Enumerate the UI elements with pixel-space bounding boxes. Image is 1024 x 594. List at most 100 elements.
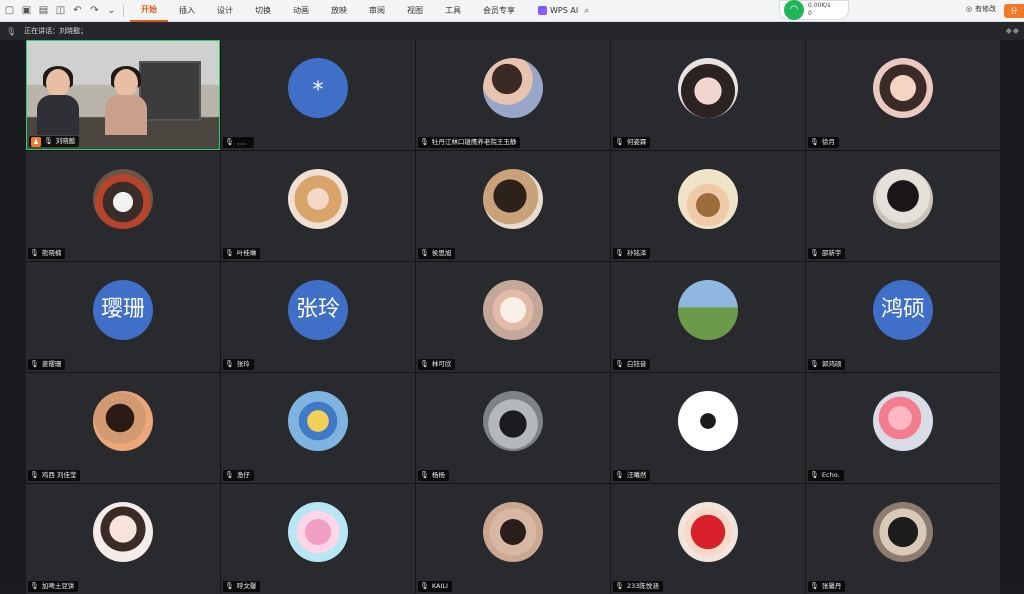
participant-tile[interactable]: 张玲 🎙 张玲: [221, 262, 415, 372]
participant-name: 汪曦然: [626, 471, 647, 479]
menu-tab-3[interactable]: 切换: [244, 0, 282, 22]
participant-name: 233陈悦涵: [626, 582, 659, 590]
download-speed: 0: [808, 10, 812, 17]
participant-nametag: 🎙 叶桂琳: [223, 248, 261, 259]
participant-tile[interactable]: 🎙 呼文馨: [221, 484, 415, 594]
participant-tile[interactable]: 🎙 邵新宇: [806, 151, 1000, 261]
participant-nametag: 🎙 姜璎珊: [28, 359, 66, 370]
participant-tile[interactable]: ♟ 🎙 刘晓懿: [26, 40, 220, 150]
participant-tile[interactable]: 🎙 KAILI: [416, 484, 610, 594]
participant-nametag: ♟ 🎙 刘晓懿: [29, 136, 80, 147]
participant-tile[interactable]: 🎙 杨杨: [416, 373, 610, 483]
menu-tab-5[interactable]: 放映: [320, 0, 358, 22]
share-button[interactable]: 分: [1004, 4, 1024, 18]
participant-name: 侯思旭: [431, 249, 452, 257]
microphone-icon: 🎙: [225, 138, 234, 146]
participant-tile[interactable]: 🎙 白钰音: [611, 262, 805, 372]
participant-name: 林可欣: [431, 360, 452, 368]
menu-tab-4[interactable]: 动画: [282, 0, 320, 22]
microphone-icon: 🎙: [420, 582, 429, 590]
right-gutter: [998, 40, 1024, 591]
participant-tile[interactable]: 🎙 鸡西 刘佳莹: [26, 373, 220, 483]
layout-toggle-icon[interactable]: ◆◆: [1006, 26, 1020, 35]
participant-tile[interactable]: 🎙 叶桂琳: [221, 151, 415, 261]
participant-name: 牡丹江林口雄鹰养老院王玉静: [431, 138, 517, 146]
participant-name: KAILI: [431, 582, 448, 590]
participant-tile[interactable]: 🎙 张馨丹: [806, 484, 1000, 594]
participant-name: 杨杨: [431, 471, 445, 479]
menu-tab-9[interactable]: 会员专享: [472, 0, 526, 22]
speaking-label: 正在讲话：刘晓懿；: [24, 27, 88, 35]
participant-name: ．．．: [236, 138, 250, 146]
participant-tile[interactable]: 🎙 孙铭泽: [611, 151, 805, 261]
wps-ai-icon: [538, 6, 547, 15]
microphone-icon: 🎙: [30, 471, 39, 479]
menu-tab-0[interactable]: 开始: [130, 0, 168, 22]
print-icon[interactable]: ▤: [38, 5, 49, 16]
participant-nametag: 🎙 张馨丹: [808, 581, 846, 592]
save-icon[interactable]: ▣: [21, 5, 32, 16]
participant-nametag: 🎙 KAILI: [418, 581, 452, 592]
participant-tile[interactable]: 🎙 Echo.: [806, 373, 1000, 483]
participant-name: 姜璎珊: [41, 360, 62, 368]
file-icon[interactable]: ▢: [4, 5, 15, 16]
avatar: [873, 391, 933, 451]
participant-nametag: 🎙 张玲: [223, 359, 254, 370]
undo-icon[interactable]: ↶: [72, 5, 83, 16]
wps-ai-button[interactable]: WPS AI: [526, 6, 584, 15]
participant-tile[interactable]: 🎙 徐月: [806, 40, 1000, 150]
avatar: [873, 169, 933, 229]
menu-tab-8[interactable]: 工具: [434, 0, 472, 22]
participant-nametag: 🎙 加啤土豆饼: [28, 581, 79, 592]
participant-nametag: 🎙 呼文馨: [223, 581, 261, 592]
modified-indicator[interactable]: ◎ 有修改: [966, 4, 996, 14]
chevron-down-icon[interactable]: ⌄: [106, 5, 117, 16]
avatar: 张玲: [288, 280, 348, 340]
participant-name: 张馨丹: [821, 582, 842, 590]
redo-icon[interactable]: ↷: [89, 5, 100, 16]
participant-nametag: 🎙 鸡西 刘佳莹: [28, 470, 81, 481]
microphone-icon: 🎙: [420, 360, 429, 368]
participant-tile[interactable]: 🎙 233陈悦涵: [611, 484, 805, 594]
participant-nametag: 🎙 林可欣: [418, 359, 456, 370]
participant-tile[interactable]: 🎙 侯思旭: [416, 151, 610, 261]
participant-tile[interactable]: 🎙 熊晓楠: [26, 151, 220, 261]
participant-nametag: 🎙 熊晓楠: [28, 248, 66, 259]
participant-name: 徐月: [821, 138, 835, 146]
menu-tab-7[interactable]: 视图: [396, 0, 434, 22]
participant-tile[interactable]: 鸿硕 🎙 郭鸿硕: [806, 262, 1000, 372]
menu-tab-2[interactable]: 设计: [206, 0, 244, 22]
upload-speed: 0.00K/s: [808, 2, 831, 9]
participant-tile[interactable]: 🎙 何姿霖: [611, 40, 805, 150]
microphone-icon: 🎙: [810, 471, 819, 479]
microphone-icon: 🎙: [30, 360, 39, 368]
menu-tab-6[interactable]: 审阅: [358, 0, 396, 22]
participant-name: 郭鸿硕: [821, 360, 842, 368]
menu-tab-1[interactable]: 插入: [168, 0, 206, 22]
participant-tile[interactable]: * 🎙 ．．．: [221, 40, 415, 150]
microphone-icon: 🎙: [615, 249, 624, 257]
participant-tile[interactable]: 🎙 渔仔: [221, 373, 415, 483]
microphone-icon: 🎙: [30, 582, 39, 590]
search-icon[interactable]: ⌕: [584, 6, 589, 16]
participant-nametag: 🎙 白钰音: [613, 359, 651, 370]
participant-name: 张玲: [236, 360, 250, 368]
participant-tile[interactable]: 🎙 汪曦然: [611, 373, 805, 483]
participant-tile[interactable]: 璎珊 🎙 姜璎珊: [26, 262, 220, 372]
participant-name: 刘晓懿: [55, 137, 76, 145]
participant-tile[interactable]: 🎙 加啤土豆饼: [26, 484, 220, 594]
participant-name: 熊晓楠: [41, 249, 62, 257]
quick-access-icons: ▢ ▣ ▤ ◫ ↶ ↷ ⌄: [0, 5, 117, 16]
avatar: 鸿硕: [873, 280, 933, 340]
avatar: [873, 58, 933, 118]
participant-name: 鸡西 刘佳莹: [41, 471, 77, 479]
participant-tile[interactable]: 🎙 林可欣: [416, 262, 610, 372]
participant-name: 呼文馨: [236, 582, 257, 590]
avatar: [678, 280, 738, 340]
avatar: [678, 502, 738, 562]
participant-name: 渔仔: [236, 471, 250, 479]
participant-nametag: 🎙 郭鸿硕: [808, 359, 846, 370]
participant-tile[interactable]: 🎙 牡丹江林口雄鹰养老院王玉静: [416, 40, 610, 150]
preview-icon[interactable]: ◫: [55, 5, 66, 16]
network-widget[interactable]: ◠ 0.00K/s 0: [779, 0, 849, 20]
